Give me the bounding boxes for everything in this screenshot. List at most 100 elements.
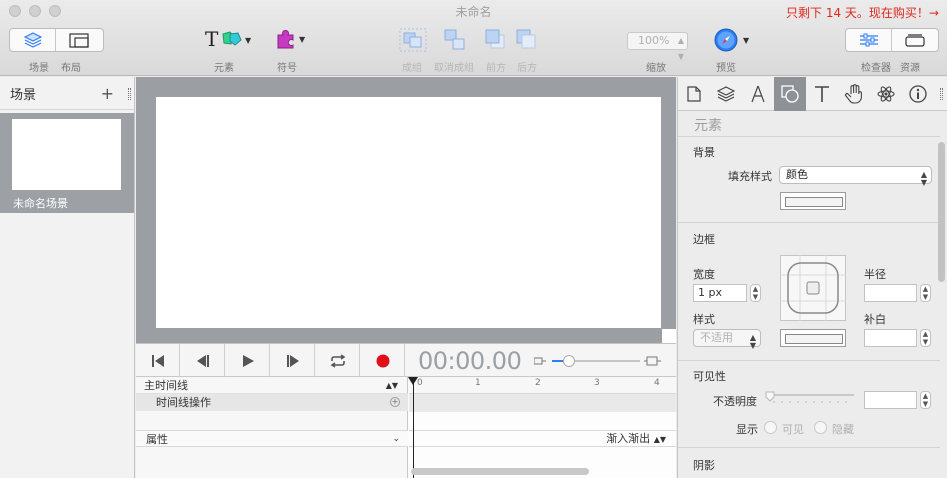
drag-handle-icon[interactable] <box>940 88 943 100</box>
inspector-toggle-button[interactable] <box>846 29 892 51</box>
send-back-button[interactable] <box>515 28 537 50</box>
canvas-resize-handle[interactable] <box>662 329 676 343</box>
time-ruler[interactable]: 0 1 2 3 4 <box>409 377 676 394</box>
scene-canvas[interactable] <box>156 97 661 328</box>
zoom-field[interactable]: 100% ▲ ▼ <box>627 32 688 61</box>
step-forward-button[interactable] <box>271 344 315 377</box>
chevron-updown-icon: ▲▼ <box>653 435 666 444</box>
hidden-radio[interactable] <box>814 421 827 434</box>
loop-button[interactable] <box>316 344 360 377</box>
group-button[interactable] <box>399 28 427 52</box>
chevron-updown-icon: ▲▼ <box>920 170 927 187</box>
sidebar-toggle-segment <box>9 28 104 52</box>
panel-toggle-segment <box>845 28 939 52</box>
timeline-zoom-slider[interactable] <box>534 355 662 367</box>
easing-dropdown[interactable]: 渐入渐出 ▲▼ <box>409 430 676 447</box>
tab-layers[interactable] <box>710 77 742 111</box>
tab-physics[interactable] <box>870 77 902 111</box>
visible-radio[interactable] <box>764 421 777 434</box>
fill-style-label: 填充样式 <box>728 170 772 183</box>
tab-element[interactable] <box>774 77 806 111</box>
padding-field[interactable] <box>864 329 917 347</box>
timeline-track-area[interactable]: 0 1 2 3 4 渐入渐出 ▲▼ <box>408 377 676 478</box>
hidden-radio-label: 隐藏 <box>832 423 854 436</box>
scenes-toggle-button[interactable] <box>10 29 56 51</box>
trial-buy-link[interactable]: 只剩下 14 天。现在购买！→ <box>786 4 939 21</box>
chevron-down-icon: ▼ <box>743 35 750 45</box>
skip-back-icon <box>151 354 164 367</box>
record-icon <box>376 354 389 367</box>
timeline-actions-track[interactable] <box>409 394 676 412</box>
step-back-button[interactable] <box>181 344 225 377</box>
timeline-selector[interactable]: 主时间线 ▲▼ <box>136 377 408 394</box>
opacity-slider[interactable] <box>764 391 856 405</box>
hand-pointer-icon <box>845 84 862 104</box>
border-color-well[interactable] <box>780 329 846 347</box>
zoom-label: 缩放 <box>646 63 666 74</box>
ungroup-button[interactable] <box>443 28 467 52</box>
border-section-title: 边框 <box>693 233 715 246</box>
tab-actions[interactable] <box>838 77 870 111</box>
timeline-actions-row[interactable]: 时间线操作 + <box>136 394 408 411</box>
preview-label: 预览 <box>716 63 736 74</box>
add-action-icon[interactable]: + <box>390 397 400 407</box>
timeline-horizontal-scrollbar[interactable] <box>411 468 589 475</box>
chevron-down-icon: ▼ <box>245 35 252 45</box>
add-scene-button[interactable]: + <box>101 84 114 103</box>
elements-label: 元素 <box>214 63 234 74</box>
corner-radius-field[interactable] <box>864 284 917 302</box>
zoom-value: 100% <box>638 34 670 47</box>
shadow-section-title: 阴影 <box>693 459 715 472</box>
border-style-label: 样式 <box>693 313 715 326</box>
background-color-well[interactable] <box>780 192 846 210</box>
zoom-stepper-icon[interactable]: ▲ ▼ <box>678 33 684 65</box>
inspector-vertical-scrollbar[interactable] <box>938 142 945 282</box>
library-toggle-button[interactable] <box>892 29 938 51</box>
window-toolbar: 未命名 只剩下 14 天。现在购买！→ 场景 布局 T ▼ 元素 ▼ 符号 成组… <box>0 0 947 76</box>
inspector-tabs <box>678 77 947 111</box>
playhead[interactable] <box>408 377 418 478</box>
opacity-stepper[interactable]: ▲ ▼ <box>920 391 931 409</box>
tab-typography[interactable] <box>806 77 838 111</box>
preview-button[interactable]: ▼ <box>714 28 749 52</box>
play-button[interactable] <box>226 344 270 377</box>
drag-handle-icon[interactable] <box>128 88 131 100</box>
opacity-field[interactable] <box>864 391 917 409</box>
scene-list-item[interactable]: 未命名场景 <box>0 113 134 213</box>
border-width-value: 1 px <box>698 286 722 299</box>
layout-label: 布局 <box>61 63 81 74</box>
border-style-value: 不适用 <box>700 331 733 344</box>
ruler-tick-label: 1 <box>475 378 481 388</box>
record-button[interactable] <box>361 344 405 377</box>
bring-front-icon <box>485 29 505 49</box>
ruler-tick-label: 3 <box>594 378 600 388</box>
tab-identity[interactable] <box>902 77 934 111</box>
go-to-start-button[interactable] <box>136 344 180 377</box>
playback-controls: 00:00.00 <box>136 343 676 377</box>
group-icon <box>399 28 427 52</box>
padding-stepper[interactable]: ▲ ▼ <box>920 329 931 347</box>
border-side-picker[interactable] <box>780 255 846 321</box>
symbols-button[interactable]: ▼ <box>275 28 305 50</box>
elements-button[interactable]: T ▼ <box>205 28 251 52</box>
properties-dropdown[interactable]: 属性 ⌄ <box>136 430 408 447</box>
background-section-title: 背景 <box>693 146 715 159</box>
corner-radius-stepper[interactable]: ▲ ▼ <box>920 284 931 302</box>
scene-list-header: 场景 + <box>0 77 134 110</box>
border-width-stepper[interactable]: ▲ ▼ <box>750 284 761 302</box>
safari-compass-icon <box>714 28 738 52</box>
svg-text:T: T <box>205 28 219 51</box>
layout-toggle-button[interactable] <box>56 29 102 51</box>
atom-icon <box>877 86 895 102</box>
fill-style-select[interactable]: 颜色 ▲ ▼ <box>779 166 932 187</box>
display-label: 显示 <box>736 423 758 436</box>
scene-list-panel: 场景 + 未命名场景 <box>0 77 135 478</box>
play-icon <box>242 354 254 367</box>
border-style-select[interactable]: 不适用 ▲ ▼ <box>693 329 761 350</box>
bring-front-button[interactable] <box>484 28 506 50</box>
border-width-field[interactable]: 1 px <box>693 284 747 302</box>
symbols-label: 符号 <box>277 63 297 74</box>
tab-metrics[interactable] <box>742 77 774 111</box>
loop-icon <box>330 353 345 368</box>
tab-document[interactable] <box>678 77 710 111</box>
